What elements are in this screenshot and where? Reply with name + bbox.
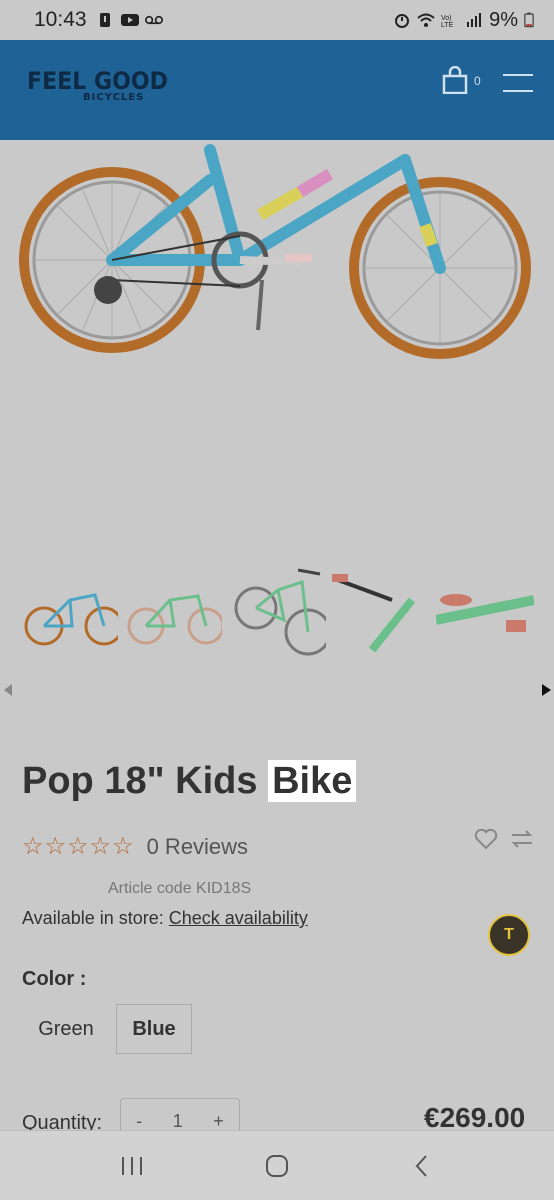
star-empty-icon: ☆ bbox=[89, 833, 112, 860]
star-empty-icon: ☆ bbox=[44, 833, 67, 860]
color-option-green[interactable]: Green bbox=[22, 1004, 110, 1054]
check-availability-link[interactable]: Check availability bbox=[169, 908, 308, 928]
quantity-input[interactable]: 1 bbox=[173, 1111, 183, 1132]
svg-text:LTE: LTE bbox=[441, 22, 454, 28]
site-logo[interactable]: FEEL GOOD BICYCLES bbox=[27, 68, 180, 103]
product-rating[interactable]: ☆ ☆ ☆ ☆ ☆ 0 Reviews bbox=[22, 834, 248, 860]
thumbnail-green-bike-angle[interactable] bbox=[228, 560, 326, 670]
quantity-plus-button[interactable]: + bbox=[213, 1111, 224, 1132]
wifi-icon bbox=[417, 13, 435, 27]
home-button[interactable] bbox=[257, 1146, 297, 1186]
star-empty-icon: ☆ bbox=[22, 833, 44, 860]
thumbnail-saddle-detail[interactable] bbox=[436, 560, 534, 670]
thumbnail-blue-bike[interactable] bbox=[20, 560, 118, 670]
status-bar: 10:43 Vo) LTE 9% bbox=[0, 0, 554, 40]
svg-text:Vo): Vo) bbox=[441, 15, 452, 22]
availability-label: Available in store: bbox=[22, 908, 164, 928]
star-empty-icon: ☆ bbox=[112, 833, 134, 860]
compare-arrows-icon[interactable] bbox=[510, 828, 534, 850]
back-icon bbox=[415, 1154, 427, 1177]
product-title-highlight: Bike bbox=[268, 760, 357, 802]
site-header: FEEL GOOD BICYCLES bbox=[0, 40, 554, 140]
image-thumbnails bbox=[20, 560, 534, 670]
notification-icon bbox=[99, 13, 110, 27]
bike-illustration bbox=[19, 144, 531, 359]
thumbnail-handlebar-detail[interactable] bbox=[332, 560, 430, 670]
logo-text: FEEL GOOD bbox=[27, 67, 169, 95]
quantity-minus-button[interactable]: - bbox=[136, 1111, 142, 1132]
recent-apps-icon bbox=[122, 1156, 143, 1175]
voicemail-icon bbox=[144, 15, 163, 25]
status-right-icons: Vo) LTE 9% bbox=[393, 9, 534, 32]
star-empty-icon: ☆ bbox=[67, 833, 89, 860]
status-time: 10:43 bbox=[34, 8, 87, 31]
product-title: Pop 18" Kids Bike bbox=[22, 760, 357, 803]
system-nav-bar bbox=[0, 1130, 554, 1200]
gallery-prev-arrow-icon[interactable] bbox=[4, 684, 12, 696]
product-main-image[interactable] bbox=[0, 140, 554, 380]
battery-percent: 9% bbox=[489, 8, 518, 31]
recent-apps-button[interactable] bbox=[112, 1146, 152, 1186]
back-button[interactable] bbox=[402, 1146, 442, 1186]
thumbnail-green-bike[interactable] bbox=[124, 560, 222, 670]
cart-icon[interactable] bbox=[442, 66, 468, 94]
battery-icon bbox=[524, 12, 534, 28]
product-title-main: Pop 18" Kids bbox=[22, 760, 258, 802]
color-option-blue[interactable]: Blue bbox=[116, 1004, 192, 1054]
cart-count: 0 bbox=[474, 74, 481, 88]
page: 10:43 Vo) LTE 9% FEEL GOOD BICYCLES 0 Po… bbox=[0, 0, 554, 1200]
gallery-next-arrow-icon[interactable] bbox=[542, 684, 551, 696]
status-left-icons bbox=[97, 12, 163, 28]
signal-icon bbox=[467, 13, 482, 27]
article-code: Article code KID18S bbox=[108, 880, 252, 897]
reviews-count[interactable]: 0 Reviews bbox=[147, 834, 248, 860]
availability-row: Available in store: Check availability bbox=[22, 908, 308, 929]
text-scan-icon[interactable]: T bbox=[488, 914, 530, 956]
alarm-icon bbox=[395, 14, 410, 28]
wishlist-heart-icon[interactable] bbox=[474, 828, 498, 850]
volte-icon: Vo)LTE bbox=[441, 15, 454, 28]
home-icon bbox=[265, 1154, 288, 1177]
youtube-icon bbox=[120, 14, 139, 26]
color-label: Color : bbox=[22, 968, 87, 990]
hamburger-menu-icon[interactable] bbox=[503, 74, 533, 94]
